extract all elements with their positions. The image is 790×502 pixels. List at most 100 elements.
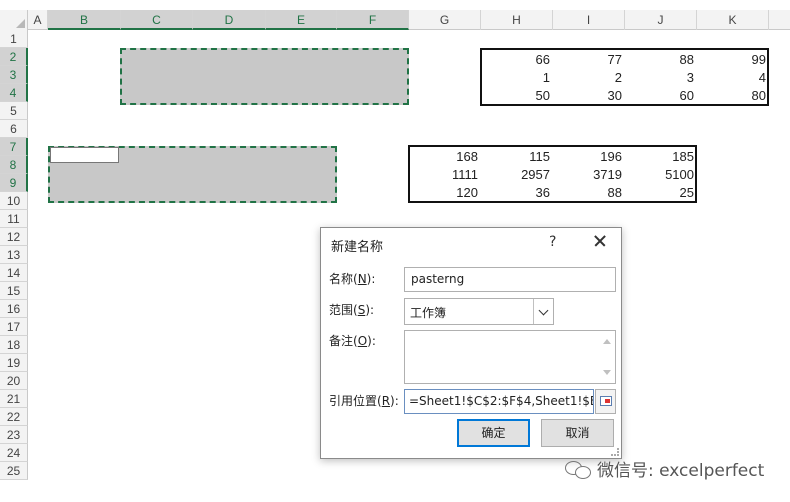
row-header-9[interactable]: 9 xyxy=(0,174,28,192)
table-cell[interactable]: 1 xyxy=(490,70,550,85)
ref-label-text: 引用位置( xyxy=(329,394,382,408)
note-label-end: ): xyxy=(367,334,376,348)
ref-label: 引用位置(R): xyxy=(329,392,399,409)
column-header-h[interactable]: H xyxy=(481,10,553,30)
row-header-18[interactable]: 18 xyxy=(0,336,28,354)
new-name-dialog: 新建名称 ? 名称(N): pasterng 范围(S): 工作簿 备注(O):… xyxy=(320,227,622,459)
row-header-17[interactable]: 17 xyxy=(0,318,28,336)
row-header-4[interactable]: 4 xyxy=(0,84,28,102)
close-icon[interactable] xyxy=(589,230,611,252)
table-cell[interactable]: 30 xyxy=(562,88,622,103)
row-header-8[interactable]: 8 xyxy=(0,156,28,174)
column-header-b[interactable]: B xyxy=(48,10,121,30)
dialog-title: 新建名称 xyxy=(331,240,384,255)
scroll-up-icon[interactable] xyxy=(603,339,611,344)
table-cell[interactable]: 77 xyxy=(562,52,622,67)
row-header-15[interactable]: 15 xyxy=(0,282,28,300)
row-header-24[interactable]: 24 xyxy=(0,444,28,462)
name-label: 名称(N): xyxy=(329,270,375,287)
column-header-k[interactable]: K xyxy=(697,10,769,30)
ref-label-end: ): xyxy=(390,394,399,408)
scope-label-end: ): xyxy=(365,303,375,317)
table-cell[interactable]: 3 xyxy=(634,70,694,85)
wechat-logo-icon xyxy=(565,459,591,479)
name-label-end: ): xyxy=(366,272,376,286)
table-cell[interactable]: 2 xyxy=(562,70,622,85)
table-cell[interactable]: 5100 xyxy=(634,167,694,182)
range-picker-icon xyxy=(600,396,612,406)
name-label-text: 名称( xyxy=(329,272,358,286)
spreadsheet: A B C D E F G H I J K 1 2 3 4 5 6 7 8 9 … xyxy=(0,0,790,502)
watermark: 微信号: excelperfect xyxy=(565,456,764,481)
name-label-key: N xyxy=(357,272,367,286)
scope-label: 范围(S): xyxy=(329,301,374,318)
scope-label-text: 范围( xyxy=(329,303,358,317)
resize-grip-icon[interactable] xyxy=(611,448,619,456)
table-cell[interactable]: 50 xyxy=(490,88,550,103)
column-header-c[interactable]: C xyxy=(121,10,193,30)
note-label-key: O xyxy=(357,334,368,348)
table-cell[interactable]: 3719 xyxy=(562,167,622,182)
ref-label-key: R xyxy=(381,394,391,408)
column-header-f[interactable]: F xyxy=(337,10,409,30)
row-header-20[interactable]: 20 xyxy=(0,372,28,390)
table-cell[interactable]: 2957 xyxy=(490,167,550,182)
table-cell[interactable]: 25 xyxy=(634,185,694,200)
row-header-21[interactable]: 21 xyxy=(0,390,28,408)
column-header-row: A B C D E F G H I J K xyxy=(0,10,790,30)
active-cell[interactable] xyxy=(50,147,119,163)
table-cell[interactable]: 36 xyxy=(490,185,550,200)
row-header-7[interactable]: 7 xyxy=(0,138,28,156)
scroll-down-icon[interactable] xyxy=(603,370,611,375)
row-header-5[interactable]: 5 xyxy=(0,102,28,120)
row-header-1[interactable]: 1 xyxy=(0,30,28,48)
selected-range-c2-f4[interactable] xyxy=(120,48,409,105)
row-header-19[interactable]: 19 xyxy=(0,354,28,372)
column-header-e[interactable]: E xyxy=(266,10,337,30)
row-header-23[interactable]: 23 xyxy=(0,426,28,444)
table-cell[interactable]: 60 xyxy=(634,88,694,103)
scope-select[interactable]: 工作簿 xyxy=(404,298,554,325)
table-cell[interactable]: 4 xyxy=(706,70,766,85)
note-textarea[interactable] xyxy=(404,330,616,384)
collapse-dialog-button[interactable] xyxy=(595,389,616,414)
column-header-d[interactable]: D xyxy=(193,10,266,30)
row-header-22[interactable]: 22 xyxy=(0,408,28,426)
table-cell[interactable]: 120 xyxy=(418,185,478,200)
row-header-6[interactable]: 6 xyxy=(0,120,28,138)
column-header-g[interactable]: G xyxy=(409,10,481,30)
scope-value: 工作簿 xyxy=(410,306,447,320)
table-cell[interactable]: 88 xyxy=(562,185,622,200)
help-button[interactable]: ? xyxy=(549,234,556,250)
refers-to-input[interactable]: =Sheet1!$C$2:$F$4,Sheet1!$B$7 xyxy=(404,389,594,414)
table-cell[interactable]: 99 xyxy=(706,52,766,67)
note-label-text: 备注( xyxy=(329,334,358,348)
note-label: 备注(O): xyxy=(329,332,376,349)
column-header-a[interactable]: A xyxy=(28,10,48,30)
select-all-corner[interactable] xyxy=(0,10,28,30)
table-cell[interactable]: 168 xyxy=(418,149,478,164)
table-cell[interactable]: 185 xyxy=(634,149,694,164)
ok-button[interactable]: 确定 xyxy=(457,419,530,447)
column-header-j[interactable]: J xyxy=(625,10,697,30)
row-header-2[interactable]: 2 xyxy=(0,48,28,66)
table-cell[interactable]: 1111 xyxy=(418,167,478,182)
table-cell[interactable]: 196 xyxy=(562,149,622,164)
row-header-11[interactable]: 11 xyxy=(0,210,28,228)
table-cell[interactable]: 80 xyxy=(706,88,766,103)
watermark-text: 微信号: excelperfect xyxy=(597,461,765,481)
row-header-10[interactable]: 10 xyxy=(0,192,28,210)
chevron-down-icon[interactable] xyxy=(533,299,553,324)
row-header-14[interactable]: 14 xyxy=(0,264,28,282)
table-cell[interactable]: 66 xyxy=(490,52,550,67)
table-cell[interactable]: 88 xyxy=(634,52,694,67)
row-header-16[interactable]: 16 xyxy=(0,300,28,318)
table-cell[interactable]: 115 xyxy=(490,149,550,164)
cancel-button[interactable]: 取消 xyxy=(541,419,614,447)
column-header-i[interactable]: I xyxy=(553,10,625,30)
row-header-13[interactable]: 13 xyxy=(0,246,28,264)
row-header-3[interactable]: 3 xyxy=(0,66,28,84)
row-header-25[interactable]: 25 xyxy=(0,462,28,480)
name-input[interactable]: pasterng xyxy=(404,267,616,292)
row-header-12[interactable]: 12 xyxy=(0,228,28,246)
